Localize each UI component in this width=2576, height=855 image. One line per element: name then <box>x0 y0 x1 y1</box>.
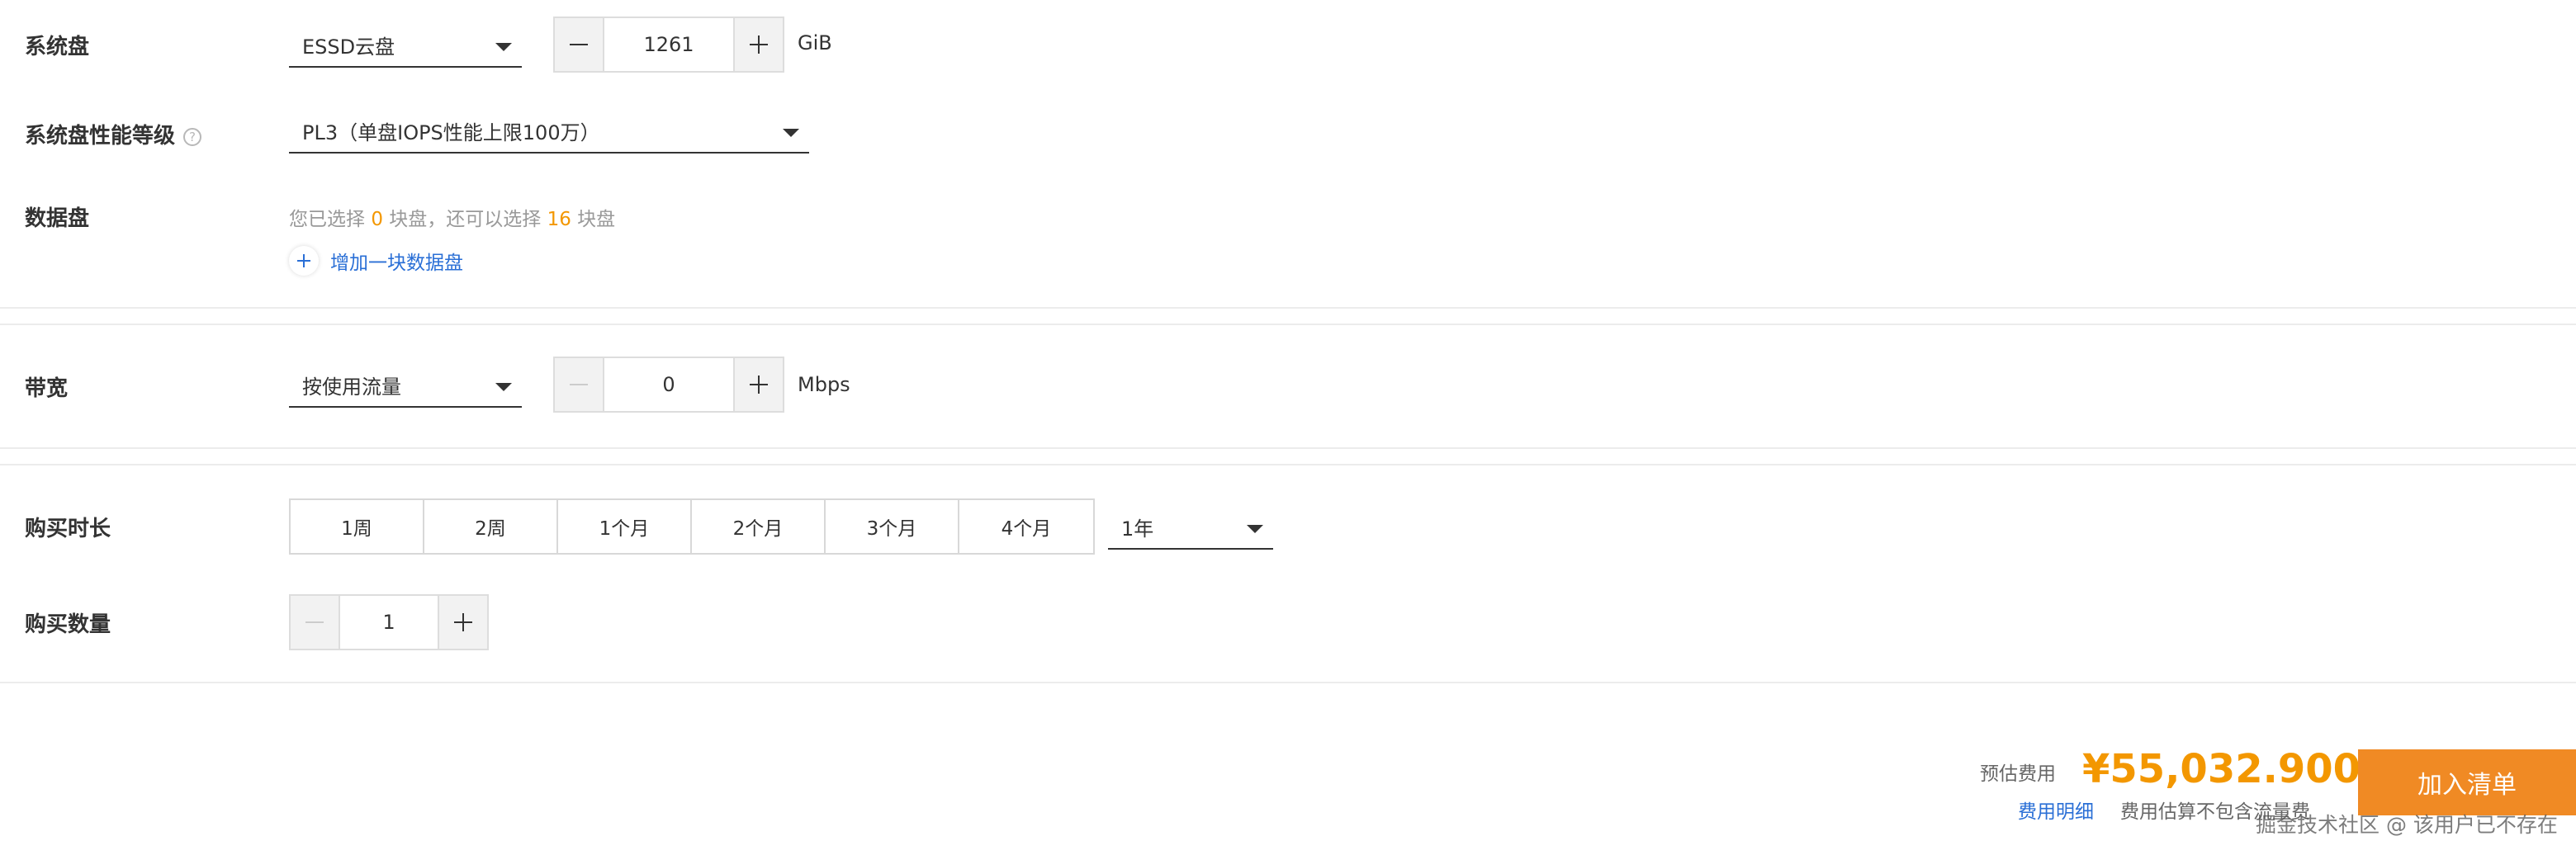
quantity-input[interactable]: 1 <box>339 596 439 649</box>
chevron-down-icon <box>495 383 512 391</box>
price-total: ¥55,032.900 <box>2082 746 2361 792</box>
bandwidth-label: 带宽 <box>25 376 69 401</box>
hint-prefix: 您已选择 <box>289 209 365 230</box>
duration-select[interactable]: 1年 <box>1108 505 1273 550</box>
increment-button[interactable] <box>735 18 783 71</box>
system-disk-size-input[interactable]: 1261 <box>603 18 735 71</box>
perf-level-label: 系统盘性能等级? <box>25 124 202 149</box>
chevron-down-icon <box>495 43 512 51</box>
duration-select-value: 1年 <box>1121 517 1154 541</box>
minus-icon <box>570 384 588 385</box>
perf-level-label-text: 系统盘性能等级 <box>25 124 176 149</box>
data-disk-hint: 您已选择 0 块盘，还可以选择 16 块盘 <box>289 203 615 231</box>
selected-count: 0 <box>371 209 383 230</box>
divider <box>0 447 2576 449</box>
divider <box>0 324 2576 325</box>
add-data-disk-label: 增加一块数据盘 <box>330 253 463 274</box>
divider <box>0 464 2576 465</box>
system-disk-type-value: ESSD云盘 <box>302 35 395 59</box>
perf-level-select[interactable]: PL3（单盘IOPS性能上限100万） <box>289 109 809 154</box>
add-to-list-button[interactable]: 加入清单 <box>2358 749 2576 815</box>
hint-mid: 块盘，还可以选择 <box>389 209 542 230</box>
watermark: 掘金技术社区 @ 该用户已不存在 <box>2256 813 2558 837</box>
bandwidth-type-value: 按使用流量 <box>302 375 401 399</box>
remaining-count: 16 <box>547 209 571 230</box>
add-data-disk-button[interactable]: 增加一块数据盘 <box>289 246 463 276</box>
chevron-down-icon <box>783 129 799 137</box>
bandwidth-input[interactable]: 0 <box>603 358 735 411</box>
duration-option[interactable]: 2个月 <box>692 500 826 553</box>
system-disk-type-select[interactable]: ESSD云盘 <box>289 23 522 68</box>
cost-detail-link[interactable]: 费用明细 <box>2018 796 2094 824</box>
chevron-down-icon <box>1247 525 1263 533</box>
decrement-button[interactable] <box>291 596 339 649</box>
duration-option[interactable]: 4个月 <box>959 500 1093 553</box>
hint-suffix: 块盘 <box>577 209 616 230</box>
help-icon[interactable]: ? <box>183 127 202 146</box>
estimate-label: 预估费用 <box>1980 763 2056 785</box>
divider <box>0 307 2576 309</box>
system-disk-size-stepper[interactable]: 1261 <box>553 17 784 73</box>
duration-option[interactable]: 2周 <box>424 500 558 553</box>
data-disk-label: 数据盘 <box>25 206 90 231</box>
system-disk-label: 系统盘 <box>25 35 90 59</box>
minus-icon <box>305 621 324 623</box>
plus-icon <box>289 246 319 276</box>
increment-button[interactable] <box>439 596 487 649</box>
divider <box>0 682 2576 683</box>
duration-option[interactable]: 1个月 <box>558 500 692 553</box>
bandwidth-stepper[interactable]: 0 <box>553 357 784 413</box>
perf-level-value: PL3（单盘IOPS性能上限100万） <box>302 120 600 144</box>
system-disk-unit: GiB <box>798 31 832 54</box>
minus-icon <box>570 44 588 45</box>
quantity-label: 购买数量 <box>25 612 111 637</box>
duration-option[interactable]: 1周 <box>291 500 424 553</box>
duration-options: 1周 2周 1个月 2个月 3个月 4个月 <box>289 498 1095 555</box>
bandwidth-type-select[interactable]: 按使用流量 <box>289 363 522 408</box>
bandwidth-unit: Mbps <box>798 373 850 396</box>
decrement-button[interactable] <box>555 18 603 71</box>
quantity-stepper[interactable]: 1 <box>289 594 489 650</box>
duration-label: 购买时长 <box>25 517 111 541</box>
decrement-button[interactable] <box>555 358 603 411</box>
increment-button[interactable] <box>735 358 783 411</box>
duration-option[interactable]: 3个月 <box>826 500 959 553</box>
